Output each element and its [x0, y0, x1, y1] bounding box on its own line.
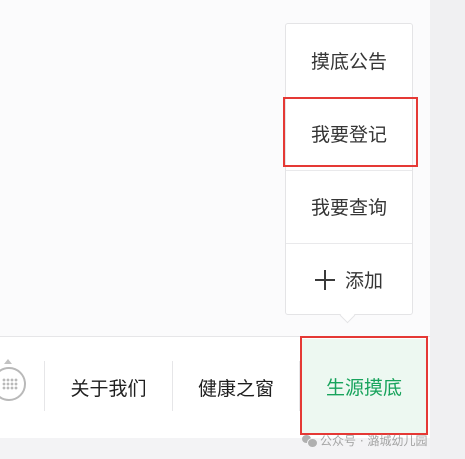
submenu-item-label: 添加: [344, 270, 383, 292]
menu-tab-enrollment-survey[interactable]: 生源摸底: [302, 339, 426, 434]
menu-tab-label: 健康之窗: [197, 377, 274, 400]
right-gutter: [430, 0, 465, 459]
watermark: 公众号 · 潞城幼儿园: [302, 432, 427, 448]
submenu-item-register[interactable]: 我要登记: [286, 97, 412, 170]
bottom-menu-bar: 关于我们 健康之窗 生源摸底: [0, 336, 430, 438]
keyboard-icon[interactable]: [0, 367, 26, 401]
wechat-icon: [302, 434, 318, 448]
submenu-item-label: 我要登记: [310, 124, 387, 146]
submenu-item-query[interactable]: 我要查询: [286, 170, 412, 243]
submenu-popup: 摸底公告 我要登记 我要查询 添加: [285, 23, 413, 315]
plus-icon: [314, 269, 335, 290]
menu-divider: [299, 361, 300, 411]
submenu-item-label: 我要查询: [310, 197, 387, 219]
submenu-item-add[interactable]: 添加: [286, 243, 412, 316]
menu-tab-health-window[interactable]: 健康之窗: [173, 337, 299, 437]
chevron-up-icon: [4, 359, 12, 364]
submenu-item-label: 摸底公告: [310, 51, 387, 73]
menu-tab-about-us[interactable]: 关于我们: [45, 337, 172, 437]
menu-tab-label: 关于我们: [70, 377, 147, 400]
watermark-text: 公众号 · 潞城幼儿园: [320, 433, 428, 448]
menu-tab-label: 生源摸底: [325, 377, 402, 399]
submenu-item-announcement[interactable]: 摸底公告: [286, 24, 412, 97]
